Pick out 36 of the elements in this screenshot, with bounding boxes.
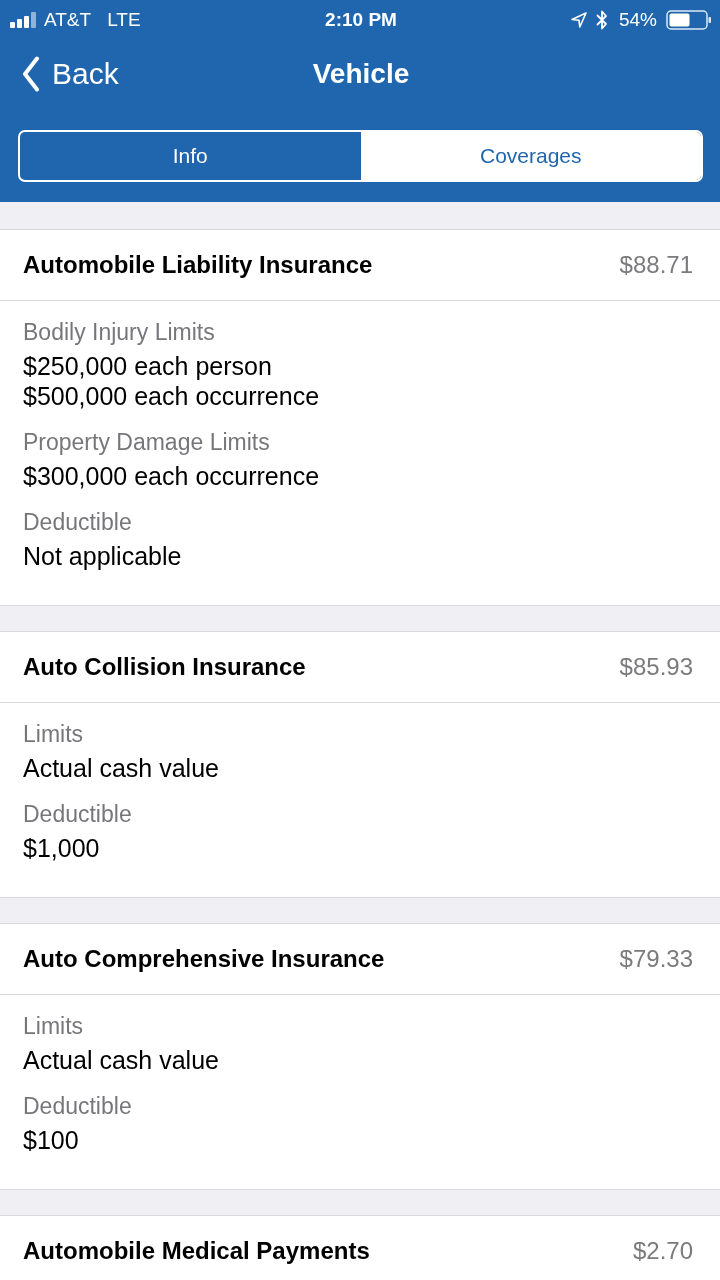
screen-title: Vehicle	[312, 58, 410, 90]
field-value: $100	[23, 1125, 80, 1155]
field-label: Property Damage Limits	[23, 428, 271, 457]
coverage-premium: $79.33	[619, 945, 693, 973]
field-value: $300,000 each occurrence	[23, 461, 321, 491]
location-arrow-icon	[570, 12, 587, 28]
field-label: Bodily Injury Limits	[23, 318, 216, 347]
field-value: Actual cash value	[23, 753, 220, 783]
coverage-premium: $85.93	[619, 653, 693, 681]
coverage-title: Auto Collision Insurance	[23, 653, 306, 681]
field-value: Actual cash value	[23, 1045, 220, 1075]
coverage-title: Auto Comprehensive Insurance	[23, 945, 385, 973]
status-time: 2:10 PM	[325, 9, 397, 31]
bluetooth-icon	[595, 10, 608, 30]
carrier-name: AT&T	[44, 9, 92, 31]
field-value: $250,000 each person	[23, 351, 273, 381]
field-value: $500,000 each occurrence	[23, 381, 321, 411]
field-label: Limits	[23, 1012, 85, 1041]
chevron-left-icon	[22, 56, 40, 92]
coverage-premium: $2.70	[632, 1237, 693, 1265]
field-label: Deductible	[23, 508, 133, 537]
battery-percent: 54%	[618, 9, 657, 31]
field-value: Not applicable	[23, 541, 183, 571]
coverage-title: Automobile Liability Insurance	[23, 251, 373, 279]
field-value: $1,000	[23, 833, 101, 863]
field-label: Deductible	[23, 800, 133, 829]
tab[interactable]: Info	[20, 132, 361, 180]
network-type: LTE	[107, 9, 141, 31]
field-label: Deductible	[23, 1092, 133, 1121]
tab[interactable]: Coverages	[360, 132, 701, 180]
battery-icon	[666, 10, 712, 30]
coverage-premium: $88.71	[619, 251, 693, 279]
signal-icon	[10, 12, 36, 28]
field-label: Limits	[23, 720, 85, 749]
coverage-title: Automobile Medical Payments	[23, 1237, 370, 1265]
back-button[interactable]: Back	[22, 56, 119, 92]
